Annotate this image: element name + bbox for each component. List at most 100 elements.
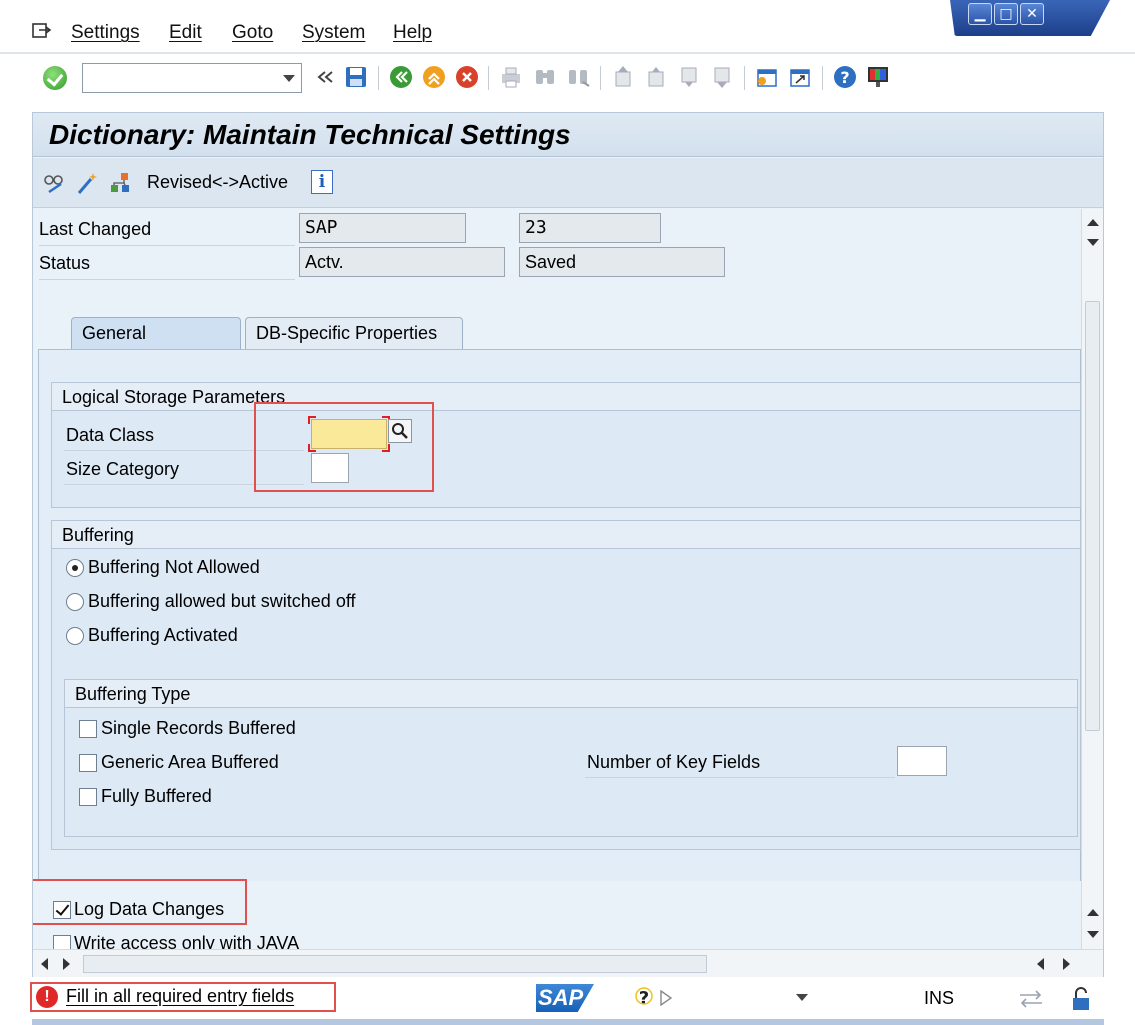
highlight-box	[33, 879, 247, 925]
scroll-down-icon[interactable]	[1087, 239, 1099, 246]
scroll-left-icon[interactable]	[41, 958, 48, 970]
fully-buffered-label: Fully Buffered	[101, 786, 212, 806]
scroll-down-icon[interactable]	[1087, 931, 1099, 938]
highlight-box	[254, 402, 434, 492]
group-title: Buffering	[52, 521, 1080, 549]
vertical-scroll-thumb[interactable]	[1085, 301, 1100, 731]
horizontal-scrollbar[interactable]	[33, 949, 1103, 977]
find-next-icon[interactable]	[565, 64, 591, 90]
cancel-icon[interactable]	[454, 64, 480, 90]
buffering-not-allowed-label: Buffering Not Allowed	[88, 557, 260, 577]
java-write-access-checkbox[interactable]	[53, 935, 71, 949]
tab-content: Logical Storage Parameters Data Class Si…	[38, 349, 1081, 949]
toolbar-separator	[600, 66, 601, 90]
last-changed-user-field: SAP	[299, 213, 466, 243]
size-category-label: Size Category	[66, 459, 180, 479]
fully-buffered-checkbox[interactable]	[79, 788, 97, 806]
first-page-icon[interactable]	[610, 64, 636, 90]
back-arrows-icon[interactable]	[313, 64, 339, 90]
label-underline	[39, 245, 295, 246]
previous-page-icon[interactable]	[643, 64, 669, 90]
svg-text:?: ?	[639, 988, 649, 1008]
generic-area-checkbox[interactable]	[79, 754, 97, 772]
menu-edit[interactable]: Edit	[169, 22, 202, 44]
scroll-up-icon[interactable]	[1087, 909, 1099, 916]
system-info-icon[interactable]: ?	[634, 986, 654, 1008]
buffering-group: Buffering Buffering Not Allowed Bufferin…	[51, 520, 1081, 850]
sap-logo: SAP	[536, 984, 594, 1012]
tab-db-specific-properties[interactable]: DB-Specific Properties	[245, 317, 463, 349]
generic-area-label: Generic Area Buffered	[101, 752, 279, 772]
key-fields-input[interactable]	[897, 746, 947, 776]
last-changed-date-field: 23	[519, 213, 661, 243]
command-field[interactable]	[82, 63, 302, 93]
data-class-label: Data Class	[66, 425, 155, 445]
svg-text:?: ?	[840, 68, 849, 87]
logical-storage-group: Logical Storage Parameters Data Class Si…	[51, 382, 1081, 508]
highlight-box	[30, 982, 336, 1012]
info-icon[interactable]: i	[311, 170, 333, 194]
scroll-right-icon[interactable]	[63, 958, 70, 970]
scroll-left-icon[interactable]	[1037, 958, 1044, 970]
revised-active-button[interactable]: Revised<->Active	[147, 172, 288, 193]
group-title: Logical Storage Parameters	[52, 383, 1080, 411]
buffering-not-allowed-radio[interactable]	[66, 559, 84, 577]
vertical-scrollbar[interactable]	[1081, 209, 1103, 949]
menu-settings[interactable]: Settings	[71, 22, 140, 44]
page-title: Dictionary: Maintain Technical Settings	[49, 119, 571, 150]
find-icon[interactable]	[532, 64, 558, 90]
close-icon[interactable]: ✕	[1020, 3, 1044, 25]
title-bar: Dictionary: Maintain Technical Settings	[33, 113, 1103, 157]
label-underline	[585, 777, 895, 778]
status-label: Status	[39, 253, 91, 273]
toolbar-separator	[822, 66, 823, 90]
display-change-icon[interactable]	[41, 170, 67, 196]
java-write-access-label: Write access only with JAVA	[74, 933, 300, 949]
key-fields-label: Number of Key Fields	[587, 752, 761, 772]
tab-general-properties[interactable]: General Properties	[71, 317, 241, 373]
maximize-icon[interactable]: □	[994, 3, 1018, 25]
activate-icon[interactable]	[74, 170, 100, 196]
menu-icon[interactable]	[32, 22, 52, 40]
connection-icon[interactable]	[1016, 988, 1046, 1010]
toolbar-separator	[744, 66, 745, 90]
label-underline	[39, 279, 295, 280]
buffering-switched-off-label: Buffering allowed but switched off	[88, 591, 356, 611]
toolbar-separator	[488, 66, 489, 90]
chevron-down-icon[interactable]	[283, 75, 295, 82]
lock-icon[interactable]	[1068, 986, 1094, 1012]
shortcut-icon[interactable]	[787, 64, 813, 90]
scroll-up-icon[interactable]	[1087, 219, 1099, 226]
menu-goto[interactable]: Goto	[232, 22, 273, 44]
buffering-type-group: Buffering Type Single Records Buffered G…	[64, 679, 1078, 837]
play-icon[interactable]	[660, 990, 672, 1006]
standard-toolbar: ?	[0, 56, 1135, 100]
print-icon[interactable]	[498, 64, 524, 90]
horizontal-scroll-thumb[interactable]	[83, 955, 707, 973]
menu-system[interactable]: System	[302, 22, 365, 44]
content-area: Last Changed SAP 23 Status Actv. Saved G…	[33, 209, 1081, 949]
customize-layout-icon[interactable]	[865, 64, 891, 90]
where-used-icon[interactable]	[107, 170, 133, 196]
enter-icon[interactable]	[43, 66, 67, 90]
exit-icon[interactable]	[421, 64, 447, 90]
buffering-switched-off-radio[interactable]	[66, 593, 84, 611]
menubar-divider	[0, 52, 1135, 54]
last-changed-label: Last Changed	[39, 219, 152, 239]
chevron-down-icon[interactable]	[796, 994, 808, 1001]
menu-help[interactable]: Help	[393, 22, 432, 44]
application-toolbar: Revised<->Active i	[33, 158, 1103, 208]
create-session-icon[interactable]	[754, 64, 780, 90]
help-icon[interactable]: ?	[832, 64, 858, 90]
buffering-activated-radio[interactable]	[66, 627, 84, 645]
status-saved-field: Saved	[519, 247, 725, 277]
next-page-icon[interactable]	[676, 64, 702, 90]
minimize-icon[interactable]: ▁	[968, 3, 992, 25]
toolbar-separator	[378, 66, 379, 90]
scroll-right-icon[interactable]	[1063, 958, 1070, 970]
back-icon[interactable]	[388, 64, 414, 90]
single-records-checkbox[interactable]	[79, 720, 97, 738]
main-panel: Dictionary: Maintain Technical Settings …	[32, 112, 1104, 977]
last-page-icon[interactable]	[709, 64, 735, 90]
save-icon[interactable]	[343, 64, 369, 90]
